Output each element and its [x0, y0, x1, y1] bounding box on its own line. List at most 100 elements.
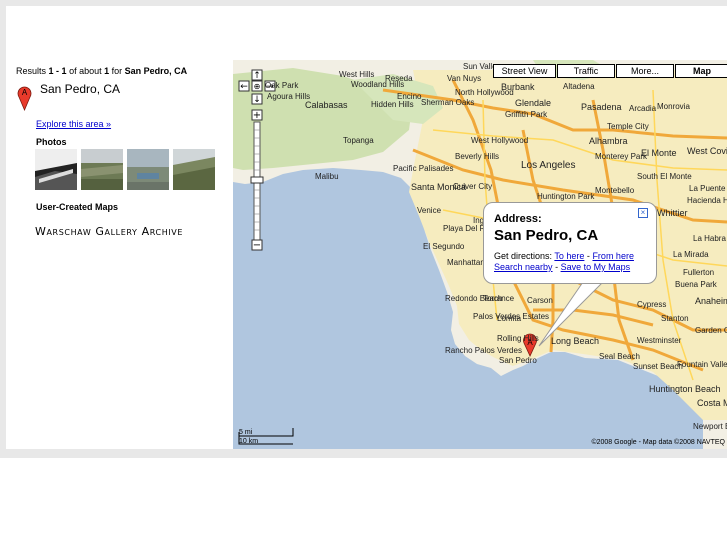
results-of-about: of about	[69, 66, 102, 76]
marker-a-letter: A	[22, 88, 28, 97]
map-label: Arcadia	[629, 104, 657, 113]
map-label: Huntington Park	[537, 192, 595, 201]
map-label: Van Nuys	[447, 74, 482, 83]
map-label: Westminster	[637, 336, 682, 345]
map-label: Encino	[397, 92, 422, 101]
explore-area-link[interactable]: Explore this area »	[36, 119, 111, 129]
map-type-button[interactable]: Map	[675, 64, 727, 78]
result-title[interactable]: San Pedro, CA	[40, 82, 120, 96]
map-label: Rancho Palos Verdes	[445, 346, 522, 355]
results-for: for	[111, 66, 123, 76]
map-copyright: ©2008 Google - Map data ©2008 NAVTEQ	[591, 439, 725, 446]
map-label: Redondo Beach	[445, 294, 503, 303]
map-label: Monterey Park	[595, 152, 648, 161]
map-label: Hidden Hills	[371, 100, 414, 109]
svg-text:↑: ↑	[253, 71, 261, 81]
search-nearby-link[interactable]: Search nearby	[494, 262, 553, 272]
map-label: Huntington Beach	[649, 384, 721, 394]
photo-thumb-1[interactable]	[35, 149, 77, 190]
map-label: Long Beach	[551, 336, 600, 346]
traffic-button[interactable]: Traffic	[557, 64, 615, 78]
more-button[interactable]: More...	[616, 64, 674, 78]
info-window: × Address: San Pedro, CA Get directions:…	[483, 202, 657, 284]
results-summary: Results 1 - 1 of about 1 for San Pedro, …	[16, 66, 187, 76]
map-label: Monrovia	[657, 102, 690, 111]
save-to-my-maps-link[interactable]: Save to My Maps	[561, 262, 631, 272]
get-directions-label: Get directions:	[494, 251, 553, 261]
results-query: San Pedro, CA	[124, 66, 188, 76]
map-label: Lomita	[497, 314, 522, 323]
separator: -	[586, 251, 590, 261]
photos-heading: Photos	[36, 137, 67, 147]
results-panel: Results 1 - 1 of about 1 for San Pedro, …	[6, 6, 233, 449]
svg-text:↓: ↓	[253, 95, 261, 105]
photo-thumb-2[interactable]	[81, 149, 123, 190]
content-panel: Results 1 - 1 of about 1 for San Pedro, …	[6, 6, 727, 449]
map-label: La Mirada	[673, 250, 709, 259]
map-label: Pacific Palisades	[393, 164, 454, 173]
map-label: Cypress	[637, 300, 667, 309]
close-icon[interactable]: ×	[638, 208, 648, 218]
map-label: South El Monte	[637, 172, 692, 181]
map-label: West Hills	[339, 70, 375, 79]
svg-text:+: +	[253, 110, 261, 121]
results-range: 1 - 1	[48, 66, 67, 76]
street-view-button[interactable]: Street View	[493, 64, 556, 78]
map-label: Los Angeles	[521, 160, 576, 171]
map-label: Reseda	[385, 74, 413, 83]
map-label: El Segundo	[423, 242, 465, 251]
map-label: Alhambra	[589, 136, 628, 146]
from-here-link[interactable]: From here	[592, 251, 634, 261]
map-label: Altadena	[563, 82, 595, 91]
map-label: La Puente	[689, 184, 726, 193]
map-label: Whittier	[657, 208, 688, 218]
map-label: Stanton	[661, 314, 689, 323]
map-label: Glendale	[515, 98, 552, 108]
map-label: Agoura Hills	[267, 92, 311, 101]
map-label: Pasadena	[581, 102, 622, 112]
map-label: Garden Grove	[695, 326, 727, 335]
svg-text:←: ←	[240, 82, 248, 92]
svg-text:−: −	[253, 240, 261, 251]
gallery-link[interactable]: Warschaw Gallery Archive	[35, 225, 183, 238]
photo-thumbnails	[35, 149, 215, 190]
map-label: West Hollywood	[471, 136, 529, 145]
photo-thumb-4[interactable]	[173, 149, 215, 190]
info-address-label: Address:	[494, 213, 542, 225]
photo-thumb-3[interactable]	[127, 149, 169, 190]
map-label: West Covina	[687, 146, 727, 156]
map-label: Buena Park	[675, 280, 717, 289]
map-label: Costa Mesa	[697, 398, 727, 408]
marker-a-icon[interactable]: A	[17, 83, 32, 111]
actions-row: Search nearby - Save to My Maps	[494, 262, 630, 272]
map-label: Griffith Park	[505, 110, 548, 119]
map-label: Carson	[527, 296, 553, 305]
page-frame: Results 1 - 1 of about 1 for San Pedro, …	[0, 0, 727, 458]
map-label: Topanga	[343, 136, 374, 145]
map-label: Newport Beach	[693, 422, 727, 431]
map-view[interactable]: ↑ ← ⊕ → ↓ + − A Oak Park Agoura Hills Ca…	[233, 60, 727, 449]
map-label: Seal Beach	[599, 352, 640, 361]
directions-row: Get directions: To here - From here	[494, 251, 634, 261]
info-place-name: San Pedro, CA	[494, 227, 599, 244]
map-label: Beverly Hills	[455, 152, 500, 161]
map-label: Fountain Valley	[677, 360, 727, 369]
map-label: Montebello	[595, 186, 635, 195]
results-count: 1	[104, 66, 110, 76]
map-label: Hacienda Heights	[687, 196, 727, 205]
results-prefix: Results	[16, 66, 47, 76]
map-label: Temple City	[607, 122, 649, 131]
map-label: Culver City	[453, 182, 493, 191]
svg-text:⊕: ⊕	[254, 82, 261, 91]
map-label: La Habra	[693, 234, 726, 243]
map-label: Calabasas	[305, 100, 348, 110]
map-label: Malibu	[315, 172, 339, 181]
map-label: Anaheim	[695, 296, 727, 306]
map-label: Venice	[417, 206, 442, 215]
map-label: Sherman Oaks	[421, 98, 475, 107]
scale-labels: 5 mi 10 km	[239, 429, 258, 445]
scale-km: 10 km	[239, 438, 259, 445]
to-here-link[interactable]: To here	[554, 251, 584, 261]
map-label: San Pedro	[499, 356, 537, 365]
map-label: Sunset Beach	[633, 362, 683, 371]
